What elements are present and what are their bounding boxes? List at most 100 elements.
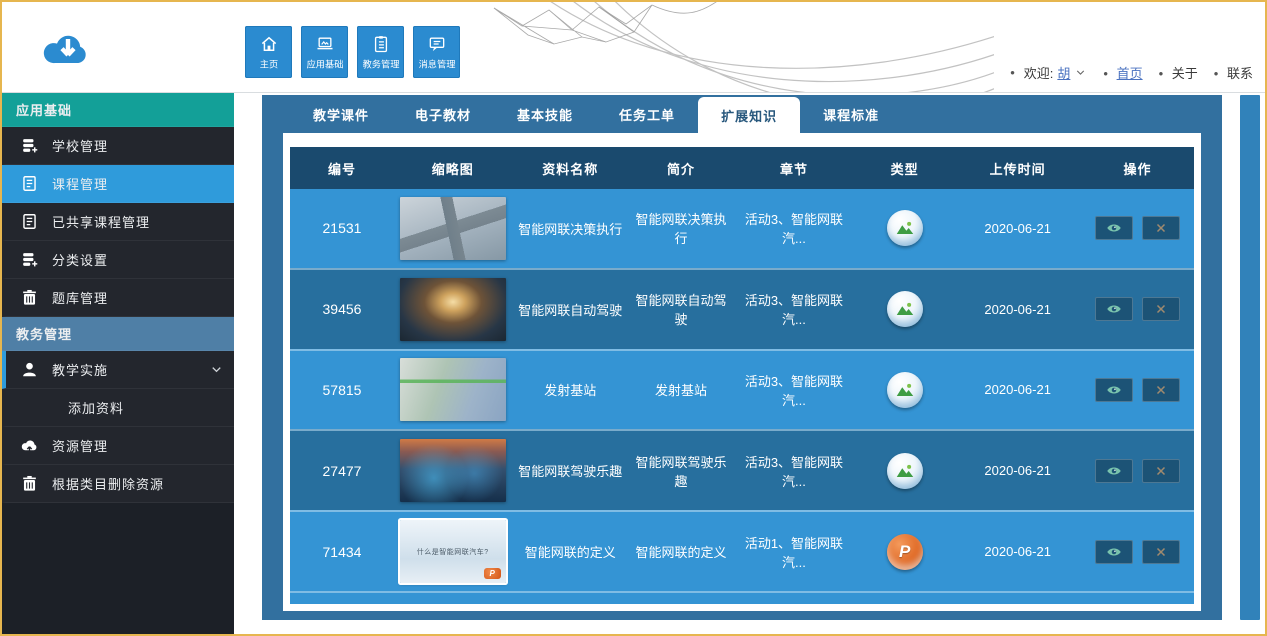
- sidebar-item-label: 已共享课程管理: [52, 212, 150, 231]
- eye-icon: [1106, 301, 1122, 317]
- user-bar-link[interactable]: 联系: [1227, 66, 1253, 81]
- sidebar-item-icon: [20, 136, 39, 155]
- resource-id: 27477: [290, 463, 394, 479]
- thumbnail[interactable]: P: [400, 197, 506, 260]
- thumbnail[interactable]: P: [400, 278, 506, 341]
- user-bar: 欢迎: 胡 首页 关于 联系: [998, 63, 1253, 82]
- picture-icon: [894, 298, 916, 320]
- tab[interactable]: 教学课件: [290, 95, 392, 133]
- nav-button[interactable]: 主页: [245, 26, 292, 78]
- username-link[interactable]: 胡: [1057, 63, 1070, 82]
- nav-button-label: 应用基础: [306, 56, 343, 70]
- tab-label: 基本技能: [517, 105, 573, 124]
- type-badge: P: [887, 372, 923, 408]
- ops-cell: [1081, 459, 1194, 483]
- view-button[interactable]: [1095, 459, 1133, 483]
- resource-name: 智能网联的定义: [511, 542, 629, 561]
- delete-button[interactable]: [1142, 459, 1180, 483]
- user-bar-item: 首页: [1091, 63, 1142, 82]
- nav-button[interactable]: 应用基础: [301, 26, 348, 78]
- table-header-row: 编号 缩略图 资料名称 简介 章节 类型: [290, 147, 1194, 189]
- resource-name: 智能网联自动驾驶: [511, 300, 629, 319]
- thumbnail[interactable]: 什么是智能网联汽车? P: [400, 520, 506, 583]
- nav-button[interactable]: 教务管理: [357, 26, 404, 78]
- view-button[interactable]: [1095, 297, 1133, 321]
- delete-button[interactable]: [1142, 378, 1180, 402]
- sidebar-item-icon: [20, 250, 39, 269]
- cloud-download-icon: [42, 26, 94, 70]
- tab[interactable]: 电子教材: [392, 95, 494, 133]
- resource-name: 发射基站: [511, 380, 629, 399]
- tab-label: 课程标准: [823, 105, 879, 124]
- sidebar-item[interactable]: 已共享课程管理: [2, 203, 234, 241]
- thumbnail[interactable]: P: [400, 439, 506, 502]
- type-cell: P: [855, 210, 954, 246]
- sidebar-item[interactable]: 根据类目删除资源: [2, 465, 234, 503]
- view-button[interactable]: [1095, 378, 1133, 402]
- type-cell: P: [855, 453, 954, 489]
- sidebar-item[interactable]: 添加资料: [2, 389, 234, 427]
- delete-button[interactable]: [1142, 540, 1180, 564]
- sidebar-item-icon: [20, 436, 39, 455]
- table-row: 71434 什么是智能网联汽车? P 智能网联的定义 智能网联的定义 活动1、智: [290, 510, 1194, 591]
- table-row: 27477 P 智能网联驾驶乐趣 智能网联驾驶乐趣 活动3、智能网联汽...: [290, 429, 1194, 510]
- column-header: 简介: [629, 159, 733, 178]
- page: 主页 应用基础 教务管理 消息管理 欢迎:: [0, 0, 1267, 636]
- sidebar-item-label: 课程管理: [52, 174, 108, 193]
- delete-button[interactable]: [1142, 297, 1180, 321]
- tab[interactable]: 基本技能: [494, 95, 596, 133]
- sidebar-item-icon: [20, 474, 39, 493]
- sidebar-item[interactable]: 题库管理: [2, 279, 234, 317]
- type-badge: P: [887, 453, 923, 489]
- nav-button-icon: [427, 34, 447, 54]
- sidebar-item[interactable]: 分类设置: [2, 241, 234, 279]
- tab[interactable]: 任务工单: [596, 95, 698, 133]
- sidebar-item-label: 学校管理: [52, 136, 108, 155]
- column-header: 章节: [733, 159, 855, 178]
- sidebar-item-icon: [20, 212, 39, 231]
- user-bar-link[interactable]: 关于: [1172, 66, 1198, 81]
- view-button[interactable]: [1095, 540, 1133, 564]
- table-row-partial: [290, 591, 1194, 604]
- picture-icon: [894, 217, 916, 239]
- table-row: 21531 P 智能网联决策执行 智能网联决策执行 活动3、智能网联汽...: [290, 189, 1194, 268]
- type-cell: P: [855, 534, 954, 570]
- content-area: 教学课件 电子教材 基本技能 任务工单: [234, 93, 1265, 634]
- thumbnail-cell: P: [394, 439, 512, 502]
- welcome-label: 欢迎:: [1024, 63, 1054, 82]
- bullet: [1091, 66, 1113, 81]
- view-button[interactable]: [1095, 216, 1133, 240]
- thumbnail[interactable]: P: [400, 358, 506, 421]
- tab-label: 任务工单: [619, 105, 675, 124]
- ops-cell: [1081, 297, 1194, 321]
- sidebar-item[interactable]: 教务管理: [2, 317, 234, 351]
- column-header: 编号: [290, 159, 394, 178]
- tab[interactable]: 扩展知识: [698, 97, 800, 133]
- sidebar-item-label: 教务管理: [16, 324, 72, 343]
- delete-button[interactable]: [1142, 216, 1180, 240]
- sidebar-item[interactable]: 课程管理: [2, 165, 234, 203]
- eye-icon: [1106, 463, 1122, 479]
- tab[interactable]: 课程标准: [800, 95, 902, 133]
- app-logo[interactable]: [42, 26, 94, 70]
- sidebar-item[interactable]: 资源管理: [2, 427, 234, 465]
- sidebar-item[interactable]: 应用基础: [2, 93, 234, 127]
- scrollbar-track[interactable]: [1240, 95, 1260, 620]
- eye-icon: [1106, 220, 1122, 236]
- resource-intro: 智能网联驾驶乐趣: [629, 452, 733, 490]
- ppt-logo-chip: P: [484, 568, 501, 579]
- upload-time: 2020-06-21: [954, 544, 1081, 559]
- resource-chapter: 活动3、智能网联汽...: [733, 209, 855, 247]
- decorative-wireframe: [434, 2, 994, 92]
- tab-label: 教学课件: [313, 105, 369, 124]
- resources-table: 编号 缩略图 资料名称 简介 章节 类型: [290, 147, 1194, 604]
- resource-intro: 智能网联的定义: [629, 542, 733, 561]
- sidebar-item[interactable]: 学校管理: [2, 127, 234, 165]
- tab-bar: 教学课件 电子教材 基本技能 任务工单: [262, 95, 1222, 133]
- x-icon: [1155, 303, 1167, 315]
- nav-button[interactable]: 消息管理: [413, 26, 460, 78]
- chevron-down-icon[interactable]: [1074, 66, 1087, 79]
- user-bar-link[interactable]: 首页: [1117, 66, 1143, 81]
- sidebar-item[interactable]: 教学实施: [2, 351, 234, 389]
- app-header: 主页 应用基础 教务管理 消息管理 欢迎:: [2, 2, 1265, 93]
